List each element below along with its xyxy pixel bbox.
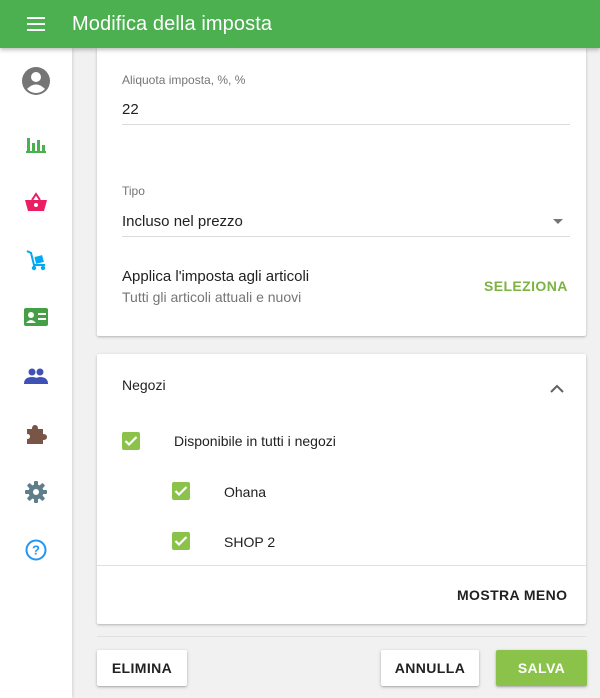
puzzle-piece-icon bbox=[27, 425, 47, 444]
type-select[interactable]: Incluso nel prezzo bbox=[122, 213, 243, 230]
hand-truck-icon bbox=[26, 250, 46, 271]
svg-text:?: ? bbox=[32, 543, 40, 558]
rate-label: Aliquota imposta, %, % bbox=[122, 73, 246, 87]
all-stores-label: Disponibile in tutti i negozi bbox=[174, 433, 336, 449]
store-label-shop-2: SHOP 2 bbox=[224, 534, 276, 550]
delete-button[interactable]: ELIMINA bbox=[97, 650, 187, 686]
type-label: Tipo bbox=[122, 184, 145, 198]
sidebar-item-customers[interactable] bbox=[0, 348, 72, 404]
shopping-basket-icon bbox=[25, 192, 47, 211]
page-title: Modifica della imposta bbox=[72, 12, 273, 35]
store-label-ohana: Ohana bbox=[224, 484, 267, 500]
hamburger-menu-icon[interactable] bbox=[0, 0, 72, 48]
sidebar-item-inventory[interactable] bbox=[0, 232, 72, 288]
badge-card-icon bbox=[24, 308, 48, 326]
sidebar-item-settings[interactable] bbox=[0, 464, 72, 520]
bar-chart-icon bbox=[26, 138, 46, 153]
tax-details-card: Aliquota imposta, %, % 22 Tipo Incluso n… bbox=[97, 48, 586, 336]
save-button[interactable]: SALVA bbox=[496, 650, 587, 686]
cancel-button[interactable]: ANNULLA bbox=[381, 650, 479, 686]
stores-card: Negozi Disponibile in tutti i negozi Oha… bbox=[97, 354, 586, 624]
show-less-button[interactable]: MOSTRA MENO bbox=[457, 587, 567, 603]
people-icon bbox=[24, 368, 48, 384]
type-select-underline bbox=[122, 236, 570, 237]
sidebar-item-reports[interactable] bbox=[0, 116, 72, 172]
settings-gear-icon bbox=[25, 481, 47, 503]
stores-title: Negozi bbox=[122, 377, 166, 393]
select-items-button[interactable]: SELEZIONA bbox=[484, 278, 568, 294]
store-checkbox-shop-2[interactable] bbox=[172, 532, 190, 550]
sidebar: ? bbox=[0, 48, 72, 698]
sidebar-item-help[interactable]: ? bbox=[0, 522, 72, 578]
rate-input-underline bbox=[122, 124, 570, 125]
chevron-up-icon[interactable] bbox=[550, 380, 564, 398]
stores-divider bbox=[97, 565, 586, 566]
footer-divider bbox=[97, 636, 586, 637]
app-bar: Modifica della imposta bbox=[0, 0, 600, 48]
apply-tax-title: Applica l'imposta agli articoli bbox=[122, 268, 310, 285]
account-circle-icon bbox=[22, 67, 50, 95]
sidebar-item-account[interactable] bbox=[0, 53, 72, 109]
chevron-down-icon[interactable] bbox=[553, 219, 563, 224]
apply-tax-subtitle: Tutti gli articoli attuali e nuovi bbox=[122, 289, 302, 305]
sidebar-item-sales[interactable] bbox=[0, 174, 72, 230]
all-stores-checkbox[interactable] bbox=[122, 432, 140, 450]
store-checkbox-ohana[interactable] bbox=[172, 482, 190, 500]
sidebar-item-employees[interactable] bbox=[0, 289, 72, 345]
sidebar-item-integrations[interactable] bbox=[0, 406, 72, 462]
rate-input[interactable]: 22 bbox=[122, 101, 139, 118]
help-circle-icon: ? bbox=[25, 539, 47, 561]
